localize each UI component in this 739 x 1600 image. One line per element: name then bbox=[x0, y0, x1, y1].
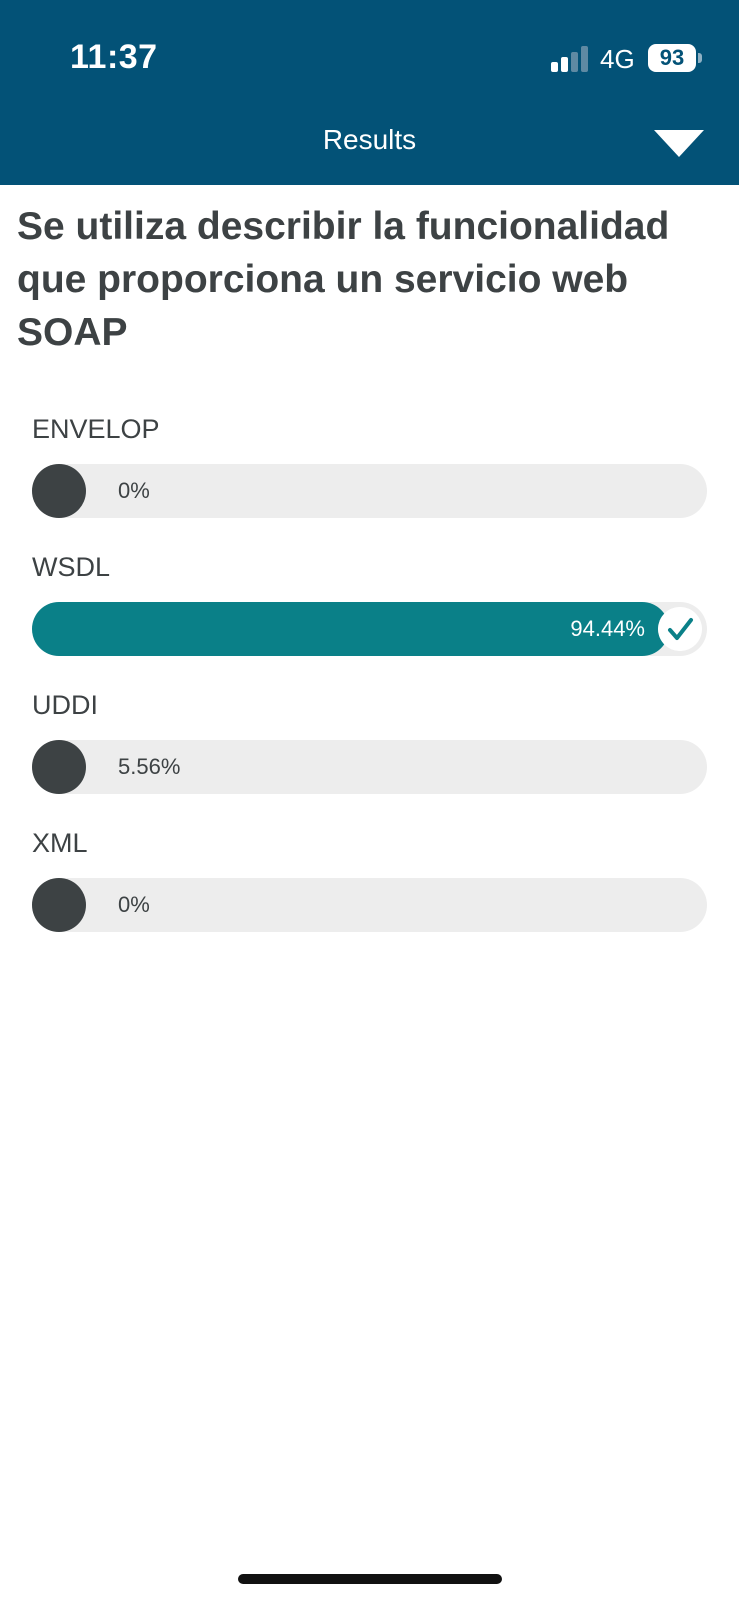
cellular-signal-icon bbox=[551, 46, 588, 72]
checkmark-icon bbox=[658, 607, 702, 651]
question-text: Se utiliza describir la funcionalidad qu… bbox=[17, 205, 670, 354]
answer-option-wsdl[interactable]: WSDL 94.44% bbox=[32, 552, 707, 662]
result-track: 94.44% bbox=[32, 602, 707, 656]
answer-option-envelop[interactable]: ENVELOP 0% bbox=[32, 414, 707, 524]
result-track: 5.56% bbox=[32, 740, 707, 794]
option-label: XML bbox=[32, 828, 88, 858]
option-label: ENVELOP bbox=[32, 414, 160, 444]
result-percentage: 0% bbox=[118, 892, 150, 917]
answer-option-xml[interactable]: XML 0% bbox=[32, 828, 707, 938]
result-track: 0% bbox=[32, 878, 707, 932]
header-bar: 11:37 4G 93 Results bbox=[0, 0, 739, 185]
triangle-down-icon[interactable] bbox=[654, 130, 704, 160]
network-type: 4G bbox=[600, 44, 635, 74]
status-time: 11:37 bbox=[70, 38, 158, 76]
result-percentage: 5.56% bbox=[118, 754, 181, 779]
battery-nub bbox=[698, 53, 702, 63]
result-fill-bar bbox=[32, 740, 86, 794]
page-title: Results bbox=[322, 124, 417, 155]
battery-icon: 93 bbox=[648, 44, 702, 72]
answer-option-uddi[interactable]: UDDI 5.56% bbox=[32, 690, 707, 800]
result-fill-bar bbox=[32, 464, 86, 518]
option-label: UDDI bbox=[32, 690, 98, 720]
result-fill-bar bbox=[32, 878, 86, 932]
results-screen: 11:37 4G 93 Results Se utiliza describir… bbox=[0, 0, 739, 1600]
option-label: WSDL bbox=[32, 552, 111, 582]
result-track: 0% bbox=[32, 464, 707, 518]
battery-level: 93 bbox=[648, 44, 696, 72]
home-indicator[interactable] bbox=[238, 1574, 502, 1584]
result-percentage: 94.44% bbox=[570, 616, 645, 641]
result-percentage: 0% bbox=[118, 478, 150, 503]
